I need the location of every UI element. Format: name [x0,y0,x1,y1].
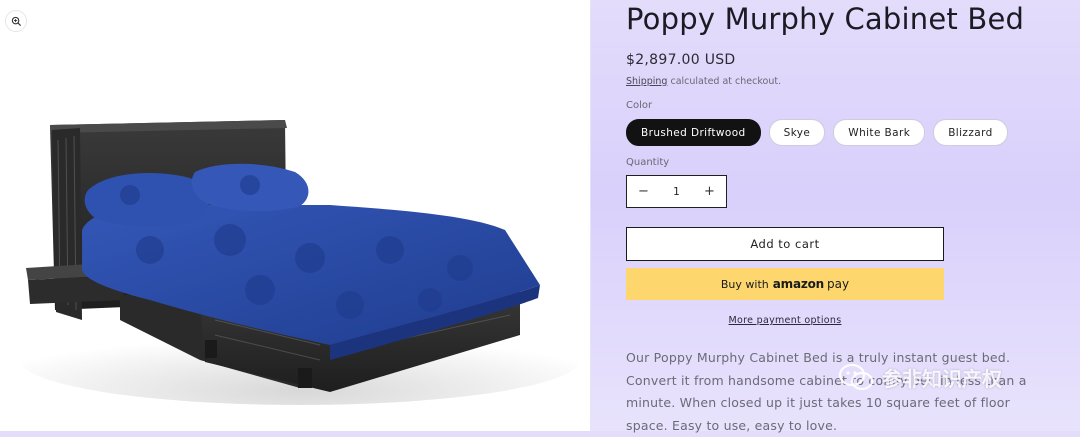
color-label: Color [626,100,653,111]
product-image [20,120,580,405]
color-option-white-bark[interactable]: White Bark [833,119,926,146]
quantity-label: Quantity [626,157,670,168]
quantity-input[interactable]: 1 [660,186,693,198]
shipping-link[interactable]: Shipping [626,76,667,87]
product-description: Our Poppy Murphy Cabinet Bed is a truly … [626,350,1027,433]
color-option-brushed-driftwood[interactable]: Brushed Driftwood [626,119,761,146]
product-price: $2,897.00 USD [626,52,736,68]
increase-quantity-button[interactable]: + [693,184,726,199]
amazon-pay-button[interactable]: Buy with amazon pay [626,268,944,300]
watermark: 参非知识产权 [838,362,1002,392]
shipping-text: calculated at checkout. [667,76,782,87]
color-option-blizzard[interactable]: Blizzard [933,119,1008,146]
watermark-text: 参非知识产权 [882,366,1002,391]
color-options: Brushed Driftwood Skye White Bark Blizza… [626,119,1008,146]
wechat-icon [838,362,874,392]
product-title: Poppy Murphy Cabinet Bed [626,2,1025,36]
more-payment-options-link[interactable]: More payment options [626,315,944,326]
zoom-icon[interactable] [5,10,27,32]
product-image-panel[interactable] [0,0,591,431]
amazon-buy-text: Buy with [720,277,769,291]
amazon-pay-text: pay [827,277,850,291]
quantity-stepper: − 1 + [626,175,727,208]
amazon-logo: amazon [772,277,825,291]
add-to-cart-button[interactable]: Add to cart [626,227,944,261]
decrease-quantity-button[interactable]: − [627,184,660,199]
shipping-note: Shipping calculated at checkout. [626,76,781,87]
color-option-skye[interactable]: Skye [768,119,826,146]
